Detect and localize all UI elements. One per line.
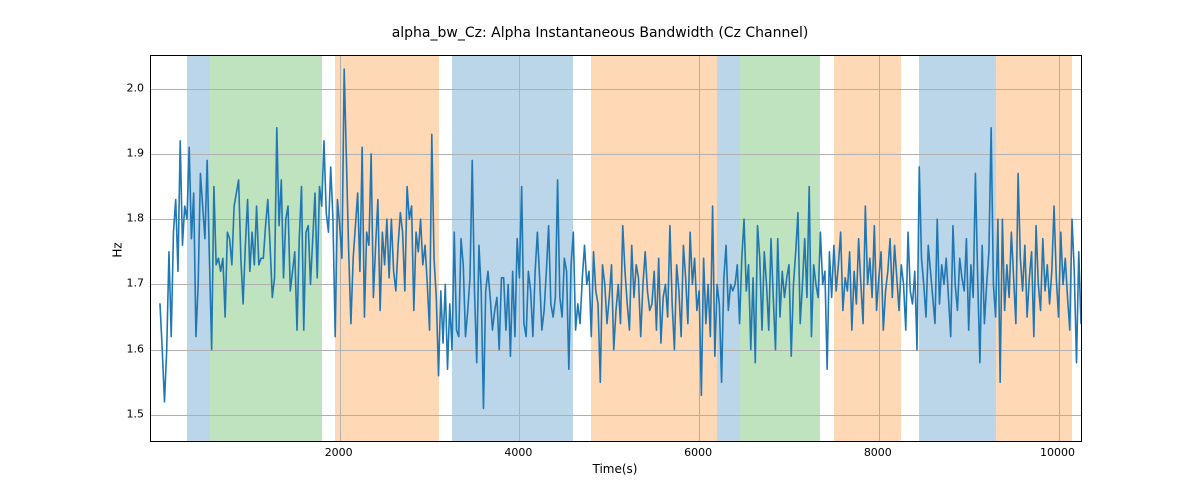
x-tick-label: 10000 bbox=[1040, 446, 1075, 459]
x-tick-label: 6000 bbox=[684, 446, 712, 459]
y-tick-label: 1.7 bbox=[104, 277, 144, 290]
y-tick-label: 2.0 bbox=[104, 81, 144, 94]
x-tick-label: 2000 bbox=[325, 446, 353, 459]
chart-title: alpha_bw_Cz: Alpha Instantaneous Bandwid… bbox=[0, 25, 1200, 41]
y-axis-label: Hz bbox=[108, 0, 128, 500]
x-tick-label: 8000 bbox=[864, 446, 892, 459]
figure: alpha_bw_Cz: Alpha Instantaneous Bandwid… bbox=[0, 0, 1200, 500]
plot-area bbox=[150, 55, 1082, 442]
x-axis-label: Time(s) bbox=[150, 462, 1080, 476]
y-tick-label: 1.8 bbox=[104, 212, 144, 225]
x-tick-label: 4000 bbox=[504, 446, 532, 459]
y-tick-label: 1.5 bbox=[104, 407, 144, 420]
line-series bbox=[151, 56, 1081, 441]
y-tick-label: 1.6 bbox=[104, 342, 144, 355]
y-tick-label: 1.9 bbox=[104, 146, 144, 159]
